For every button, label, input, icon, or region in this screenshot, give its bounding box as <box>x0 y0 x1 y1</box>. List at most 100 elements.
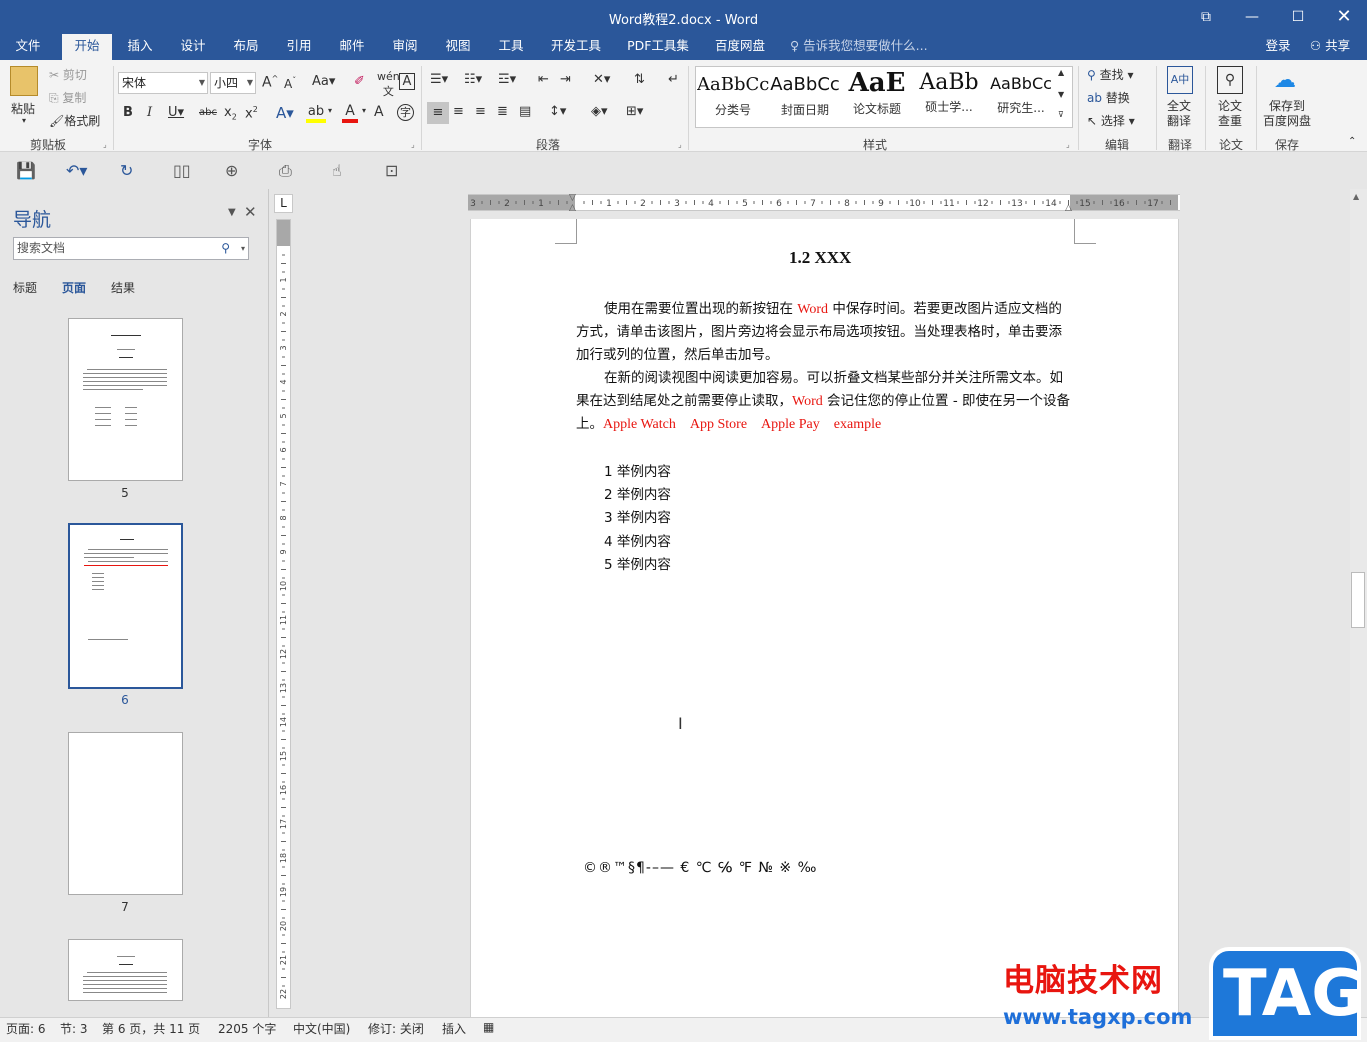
page-thumbnail-selected[interactable] <box>68 523 183 689</box>
close-icon[interactable]: ✕ <box>244 203 257 221</box>
paste-button[interactable]: 粘贴 <box>11 100 35 117</box>
tab-home[interactable]: 开始 <box>62 34 112 61</box>
web-layout-icon[interactable]: ⊕ <box>225 161 238 180</box>
style-item[interactable]: AaBbCc 分类号 <box>697 68 769 123</box>
nav-tab-results[interactable]: 结果 <box>111 279 135 296</box>
italic-icon[interactable]: I <box>147 105 152 120</box>
tab-review[interactable]: 审阅 <box>383 34 427 60</box>
show-hide-marks-icon[interactable]: ↵ <box>668 72 679 87</box>
ribbon-display-options-icon[interactable]: ⧉ <box>1183 0 1229 34</box>
tab-selector[interactable]: L <box>274 194 293 213</box>
format-painter-button[interactable]: 🖌格式刷 <box>49 112 100 129</box>
paragraph-1[interactable]: 使用在需要位置出现的新按钮在 Word 中保存时间。若要更改图片适应文档的方式，… <box>576 298 1071 367</box>
undo-icon[interactable]: ↶▾ <box>66 161 87 180</box>
read-mode-icon[interactable]: ▯▯ <box>173 161 191 180</box>
share-button[interactable]: ⚇ 共享 <box>1300 34 1360 60</box>
tab-developer[interactable]: 开发工具 <box>542 34 610 60</box>
full-translate-button[interactable]: 全文 翻译 <box>1167 99 1191 129</box>
tab-layout[interactable]: 布局 <box>224 34 268 60</box>
gallery-down-icon[interactable]: ▼ <box>1058 90 1064 99</box>
strikethrough-icon[interactable]: abc <box>199 107 217 118</box>
find-button[interactable]: ⚲ 查找 ▾ <box>1087 66 1133 83</box>
chevron-down-icon[interactable]: ▾ <box>362 106 366 115</box>
scroll-thumb[interactable] <box>1351 572 1365 628</box>
tab-references[interactable]: 引用 <box>277 34 321 60</box>
style-item[interactable]: AaBb 硕士学... <box>913 68 985 123</box>
search-input[interactable]: 搜索文档 ⚲ ▾ <box>13 237 249 260</box>
document-heading[interactable]: 1.2 XXX <box>789 248 851 268</box>
hanging-indent-marker[interactable]: △ <box>569 203 576 213</box>
style-item[interactable]: AaE 论文标题 <box>841 68 913 123</box>
pane-splitter[interactable] <box>268 189 269 1017</box>
list-item[interactable]: 4 举例内容 <box>604 530 671 550</box>
login-link[interactable]: 登录 <box>1258 34 1298 60</box>
status-page[interactable]: 页面: 6 <box>6 1020 46 1037</box>
collapse-ribbon-icon[interactable]: ⌃ <box>1348 136 1356 147</box>
vertical-ruler[interactable]: 1 2 3 4 5 6 7 8 9 10 11 12 13 14 15 16 17 18 19 20 21 22 <box>276 219 291 1009</box>
customize-toolbar-icon[interactable]: ⊡ <box>385 161 398 180</box>
underline-icon[interactable]: U▾ <box>168 105 184 120</box>
sort-icon[interactable]: ⇅ <box>634 72 645 87</box>
page-thumbnail[interactable] <box>68 732 183 895</box>
status-insert-mode[interactable]: 插入 <box>442 1020 466 1037</box>
list-item[interactable]: 1 举例内容 <box>604 460 671 480</box>
chevron-down-icon[interactable]: ▾ <box>328 106 332 115</box>
shading-icon[interactable]: ◈▾ <box>591 104 608 119</box>
phonetic-guide-icon[interactable]: wén 文 <box>377 70 400 99</box>
right-indent-marker[interactable]: △ <box>1065 203 1072 213</box>
increase-indent-icon[interactable]: ⇥ <box>560 72 571 87</box>
text-effects-icon[interactable]: A▾ <box>276 104 294 122</box>
status-page-of[interactable]: 第 6 页，共 11 页 <box>102 1020 200 1037</box>
list-item[interactable]: 5 举例内容 <box>604 553 671 573</box>
distributed-icon[interactable]: ▤ <box>519 104 531 119</box>
align-left-icon[interactable]: ≡ <box>427 102 449 124</box>
horizontal-ruler[interactable]: 3 2 1 1 2 3 4 5 6 7 8 9 10 11 12 13 14 15 16 17 ▽ △ △ <box>468 193 1180 213</box>
symbols-line[interactable]: ©®™§¶‐–— € ℃ ℅ ℉ № ※ ‰ <box>583 860 817 876</box>
select-button[interactable]: ↖ 选择 ▾ <box>1087 112 1135 129</box>
print-preview-icon[interactable]: ⎙ <box>279 161 292 181</box>
page-thumbnail[interactable] <box>68 318 183 481</box>
grow-font-icon[interactable]: A^ <box>262 74 278 91</box>
tab-tools[interactable]: 工具 <box>489 34 533 60</box>
tab-mailings[interactable]: 邮件 <box>330 34 374 60</box>
tab-baidu-netdisk[interactable]: 百度网盘 <box>706 34 774 60</box>
font-name-combo[interactable]: 宋体 ▼ <box>118 72 208 94</box>
nav-tab-headings[interactable]: 标题 <box>13 279 37 296</box>
status-word-count[interactable]: 2205 个字 <box>218 1020 276 1037</box>
shrink-font-icon[interactable]: Aˇ <box>284 76 296 91</box>
paragraph-2[interactable]: 在新的阅读视图中阅读更加容易。可以折叠文档某些部分并关注所需文本。如果在达到结尾… <box>576 367 1071 436</box>
touch-mode-icon[interactable]: ☝ <box>332 161 342 180</box>
tab-design[interactable]: 设计 <box>171 34 215 60</box>
nav-tab-pages[interactable]: 页面 <box>62 279 86 296</box>
search-icon[interactable]: ⚲ <box>221 238 230 259</box>
borders-icon[interactable]: ⊞▾ <box>626 104 643 119</box>
subscript-icon[interactable]: x2 <box>224 105 237 122</box>
multilevel-list-icon[interactable]: ☲▾ <box>498 72 516 87</box>
font-size-combo[interactable]: 小四 ▼ <box>210 72 256 94</box>
paste-dropdown-icon[interactable]: ▾ <box>22 116 26 125</box>
first-line-indent-marker[interactable]: ▽ <box>569 193 576 203</box>
gallery-up-icon[interactable]: ▲ <box>1058 68 1064 77</box>
redo-icon[interactable]: ↻ <box>120 161 133 180</box>
paper-check-button[interactable]: 论文 查重 <box>1218 99 1242 129</box>
bullets-icon[interactable]: ☰▾ <box>430 72 448 87</box>
decrease-indent-icon[interactable]: ⇤ <box>538 72 549 87</box>
style-item[interactable]: AaBbCc 封面日期 <box>769 68 841 123</box>
tab-view[interactable]: 视图 <box>436 34 480 60</box>
superscript-icon[interactable]: x2 <box>245 105 258 121</box>
change-case-icon[interactable]: Aa▾ <box>312 74 335 89</box>
clear-formatting-icon[interactable]: ✐ <box>354 74 365 89</box>
bold-icon[interactable]: B <box>123 105 133 120</box>
save-icon[interactable]: 💾 <box>16 161 36 180</box>
font-color-icon[interactable]: A <box>342 103 358 123</box>
paper-check-icon[interactable]: ⚲ <box>1217 66 1243 94</box>
paste-icon[interactable] <box>10 66 38 96</box>
replace-button[interactable]: ab 替换 <box>1087 89 1130 106</box>
save-to-netdisk-button[interactable]: 保存到 百度网盘 <box>1263 99 1311 129</box>
chinese-layout-icon[interactable]: ✕▾ <box>593 72 610 87</box>
page-thumbnail[interactable] <box>68 939 183 1001</box>
character-border-icon[interactable]: A <box>399 73 415 90</box>
paragraph-launcher-icon[interactable]: ⌟ <box>678 140 682 149</box>
status-section[interactable]: 节: 3 <box>60 1020 88 1037</box>
copy-button[interactable]: ⎘ 复制 <box>49 89 86 106</box>
